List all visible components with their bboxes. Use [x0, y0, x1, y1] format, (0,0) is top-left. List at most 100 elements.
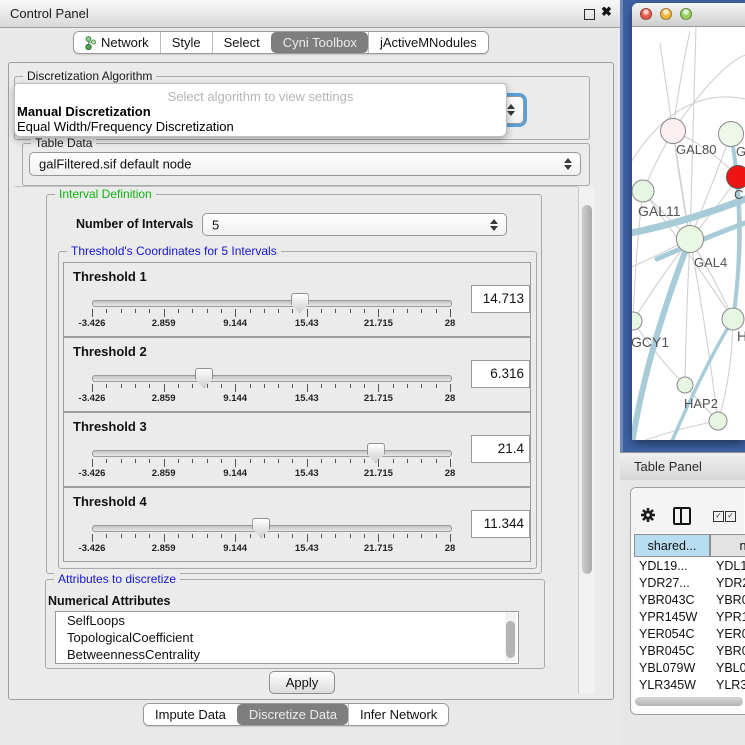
- table-cell-shared-name[interactable]: YDL19...: [634, 558, 710, 575]
- column-header-shared-name[interactable]: shared...: [634, 534, 710, 557]
- tab-cyni-toolbox[interactable]: Cyni Toolbox: [271, 32, 368, 53]
- mac-zoom-icon[interactable]: [680, 8, 692, 20]
- table-cell-name[interactable]: YBR0: [710, 643, 745, 660]
- column-header-name[interactable]: n: [710, 534, 745, 557]
- numerical-attributes-list[interactable]: SelfLoopsTopologicalCoefficientBetweenne…: [55, 611, 519, 664]
- table-cell-shared-name[interactable]: YDR27...: [634, 575, 710, 592]
- threshold-1-value-field[interactable]: 14.713: [471, 285, 530, 313]
- table-horizontal-scroll-thumb[interactable]: [635, 697, 743, 706]
- slider-tick: [407, 309, 408, 313]
- network-icon: [85, 36, 96, 50]
- threshold-2-value-field[interactable]: 6.316: [471, 360, 530, 388]
- attribute-list-scrollbar[interactable]: [505, 612, 516, 661]
- table-panel-header[interactable]: Table Panel: [620, 452, 745, 481]
- slider-tick: [421, 459, 422, 463]
- table-cell-shared-name[interactable]: YLR345W: [634, 677, 710, 694]
- slider-tick: [264, 384, 265, 388]
- attribute-item[interactable]: BetweennessCentrality: [56, 646, 518, 663]
- network-node[interactable]: [677, 377, 693, 393]
- slider-tick-label: -3.426: [79, 393, 106, 404]
- tab-network[interactable]: Network: [74, 32, 160, 53]
- close-icon[interactable]: ✖: [601, 4, 612, 20]
- tab-jactivemnodules[interactable]: jActiveMNodules: [368, 32, 488, 53]
- tab-select[interactable]: Select: [212, 32, 271, 53]
- panel-scroll-thumb[interactable]: [582, 205, 592, 574]
- algorithm-option-manual[interactable]: Manual Discretization: [17, 104, 151, 119]
- slider-tick: [207, 384, 208, 388]
- attribute-item[interactable]: SelfLoops: [56, 612, 518, 629]
- tab-discretize-data[interactable]: Discretize Data: [237, 704, 348, 725]
- checkbox-icon[interactable]: ✓: [713, 511, 724, 522]
- table-cell-shared-name[interactable]: YBR045C: [634, 643, 710, 660]
- threshold-3-value-field[interactable]: 21.4: [471, 435, 530, 463]
- table-row[interactable]: YPR145WYPR1: [634, 609, 745, 626]
- network-canvas[interactable]: GAL80GACGAL11GAL4GCY1HHAP2: [632, 27, 745, 440]
- network-node[interactable]: [632, 180, 654, 202]
- table-row[interactable]: YDR27...YDR2: [634, 575, 745, 592]
- threshold-4-value-field[interactable]: 11.344: [471, 510, 530, 538]
- tab-impute-data[interactable]: Impute Data: [144, 704, 237, 725]
- network-node[interactable]: [709, 412, 727, 430]
- table-cell-name[interactable]: YBR0: [710, 592, 745, 609]
- checkbox-icon[interactable]: ✓: [725, 511, 736, 522]
- network-node[interactable]: [677, 226, 704, 253]
- table-cell-shared-name[interactable]: YPR145W: [634, 609, 710, 626]
- split-view-icon[interactable]: [673, 507, 691, 525]
- network-node[interactable]: [632, 312, 642, 330]
- slider-tick-label: -3.426: [79, 543, 106, 554]
- network-graph[interactable]: GAL80GACGAL11GAL4GCY1HHAP2: [632, 27, 745, 440]
- table-cell-name[interactable]: YER0: [710, 626, 745, 643]
- table-cell-shared-name[interactable]: YBL079W: [634, 660, 710, 677]
- table-cell-name[interactable]: YDL1: [710, 558, 745, 575]
- threshold-2-slider[interactable]: [92, 375, 452, 382]
- attribute-list-scroll-thumb[interactable]: [506, 621, 515, 658]
- slider-ticks: [92, 459, 450, 468]
- table-cell-name[interactable]: YBL0: [710, 660, 745, 677]
- table-data-combobox[interactable]: galFiltered.sif default node: [29, 152, 581, 176]
- network-node-label: GAL4: [694, 255, 727, 270]
- slider-tick: [149, 534, 150, 538]
- table-row[interactable]: YBR043CYBR0: [634, 592, 745, 609]
- table-header-row: shared... n: [634, 534, 745, 557]
- slider-tick: [335, 459, 336, 463]
- table-cell-name[interactable]: YDR2: [710, 575, 745, 592]
- threshold-4-slider[interactable]: [92, 525, 452, 532]
- network-window-titlebar[interactable]: [632, 3, 745, 27]
- float-window-icon[interactable]: [584, 9, 595, 20]
- threshold-1-slider[interactable]: [92, 300, 452, 307]
- apply-button[interactable]: Apply: [269, 671, 335, 694]
- network-node[interactable]: [722, 308, 744, 330]
- table-row[interactable]: YBL079WYBL0: [634, 660, 745, 677]
- slider-tick: [106, 459, 107, 463]
- number-of-intervals-combobox[interactable]: 5: [202, 213, 507, 236]
- tab-style[interactable]: Style: [160, 32, 212, 53]
- slider-tick: [250, 459, 251, 463]
- table-cell-name[interactable]: YPR1: [710, 609, 745, 626]
- table-cell-shared-name[interactable]: YER054C: [634, 626, 710, 643]
- tab-discretize-label: Discretize Data: [249, 707, 337, 722]
- network-node[interactable]: [661, 119, 686, 144]
- network-node[interactable]: [719, 122, 744, 147]
- table-data-value: galFiltered.sif default node: [39, 157, 191, 172]
- slider-tick: [121, 309, 122, 313]
- slider-tick: [321, 309, 322, 313]
- table-row[interactable]: YER054CYER0: [634, 626, 745, 643]
- threshold-3-slider[interactable]: [92, 450, 452, 457]
- tab-infer-network[interactable]: Infer Network: [348, 704, 448, 725]
- algorithm-option-equal-width[interactable]: Equal Width/Frequency Discretization: [17, 119, 234, 134]
- table-cell-shared-name[interactable]: YBR043C: [634, 592, 710, 609]
- attribute-item[interactable]: TopologicalCoefficient: [56, 629, 518, 646]
- slider-tick: [321, 534, 322, 538]
- network-node[interactable]: [727, 166, 745, 189]
- panel-scrollbar[interactable]: [578, 187, 595, 694]
- mac-close-icon[interactable]: [640, 8, 652, 20]
- mac-minimize-icon[interactable]: [660, 8, 672, 20]
- slider-tick-label: 2.859: [152, 468, 176, 479]
- gear-icon[interactable]: [640, 507, 656, 523]
- threshold-4-label: Threshold 4: [73, 494, 147, 509]
- table-row[interactable]: YBR045CYBR0: [634, 643, 745, 660]
- table-row[interactable]: YDL19...YDL1: [634, 558, 745, 575]
- table-cell-name[interactable]: YLR3: [710, 677, 745, 694]
- number-of-intervals-label: Number of Intervals: [76, 217, 193, 231]
- table-row[interactable]: YLR345WYLR3: [634, 677, 745, 694]
